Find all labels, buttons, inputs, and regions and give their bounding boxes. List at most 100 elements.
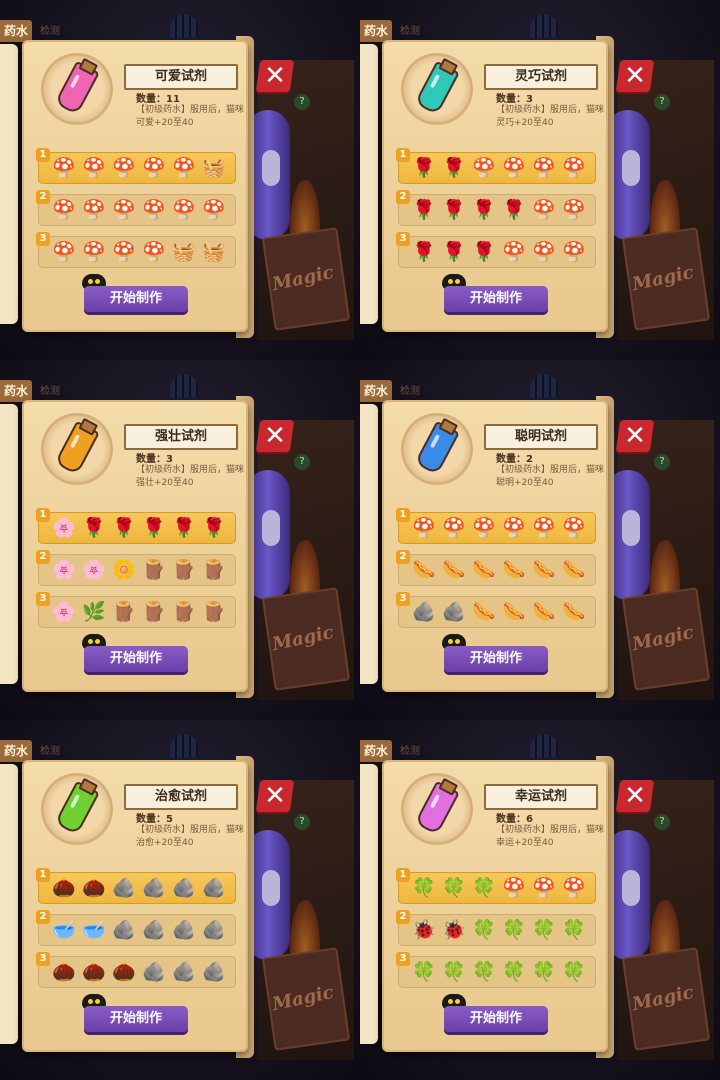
ingredient-slot[interactable]: 🍄 — [142, 198, 166, 222]
ingredient-slot[interactable]: 🌹 — [472, 240, 496, 264]
close-button[interactable]: ✕ — [615, 780, 655, 812]
ingredient-slot[interactable]: 🍄 — [142, 240, 166, 264]
ingredient-slot[interactable]: 🪨 — [442, 600, 466, 624]
recipe-row[interactable]: 3 🌹 🌹 🌹 🍄 🍄 🍄 — [396, 232, 596, 268]
ingredient-slot[interactable]: 🍄 — [112, 240, 136, 264]
ingredient-slot[interactable]: 🌭 — [532, 600, 556, 624]
ingredient-slot[interactable]: 🌰 — [52, 876, 76, 900]
ingredient-slot[interactable]: 🍀 — [472, 918, 496, 942]
ingredient-slot[interactable]: 🍄 — [172, 198, 196, 222]
recipe-row[interactable]: 3 🌸 🌿 🪵 🪵 🪵 🪵 — [36, 592, 236, 628]
start-crafting-button[interactable]: 开始制作 — [444, 1006, 548, 1032]
ingredient-slot[interactable]: 🌭 — [562, 600, 586, 624]
ingredient-slot[interactable]: 🌭 — [502, 558, 526, 582]
ingredient-slot[interactable]: 🌹 — [172, 516, 196, 540]
ingredient-slot[interactable]: 🍀 — [562, 918, 586, 942]
ingredient-slot[interactable]: 🍀 — [532, 918, 556, 942]
ingredient-slot[interactable]: 🍄 — [82, 198, 106, 222]
ingredient-slot[interactable]: 🌰 — [52, 960, 76, 984]
ingredient-slot[interactable]: 🪨 — [202, 960, 226, 984]
ingredient-slot[interactable]: 🪵 — [142, 600, 166, 624]
ingredient-slot[interactable]: 🪨 — [172, 876, 196, 900]
ingredient-slot[interactable]: 🪨 — [142, 960, 166, 984]
ingredient-slot[interactable]: 🌹 — [472, 198, 496, 222]
ingredient-slot[interactable]: 🍄 — [562, 516, 586, 540]
ingredient-slot[interactable]: 🪵 — [202, 600, 226, 624]
ingredient-slot[interactable]: 🐞 — [412, 918, 436, 942]
ingredient-slot[interactable]: 🍄 — [532, 156, 556, 180]
recipe-row[interactable]: 2 🥣 🥣 🪨 🪨 🪨 🪨 — [36, 910, 236, 946]
ingredient-slot[interactable]: 🐞 — [442, 918, 466, 942]
ingredient-slot[interactable]: 🍀 — [442, 960, 466, 984]
ingredient-slot[interactable]: 🪨 — [202, 876, 226, 900]
ingredient-slot[interactable]: 🌭 — [532, 558, 556, 582]
help-icon[interactable]: ? — [294, 94, 310, 110]
ingredient-slot[interactable]: 🍄 — [172, 156, 196, 180]
ingredient-slot[interactable]: 🌭 — [472, 558, 496, 582]
ingredient-slot[interactable]: 🪵 — [172, 558, 196, 582]
help-icon[interactable]: ? — [654, 454, 670, 470]
ingredient-slot[interactable]: 🍄 — [112, 198, 136, 222]
ingredient-slot[interactable]: 🪵 — [172, 600, 196, 624]
ingredient-slot[interactable]: 🌸 — [52, 600, 76, 624]
ingredient-slot[interactable]: 🍄 — [502, 156, 526, 180]
ingredient-slot[interactable]: 🪵 — [142, 558, 166, 582]
side-tab-potion[interactable]: 药水 — [360, 20, 393, 42]
help-icon[interactable]: ? — [294, 814, 310, 830]
ingredient-slot[interactable]: 🥣 — [82, 918, 106, 942]
ingredient-slot[interactable]: 🍀 — [412, 960, 436, 984]
start-crafting-button[interactable]: 开始制作 — [444, 286, 548, 312]
ingredient-slot[interactable]: 🪨 — [112, 876, 136, 900]
ingredient-slot[interactable]: 🪨 — [142, 876, 166, 900]
start-crafting-button[interactable]: 开始制作 — [84, 646, 188, 672]
side-tab-potion[interactable]: 药水 — [0, 380, 33, 402]
ingredient-slot[interactable]: 🌿 — [82, 600, 106, 624]
ingredient-slot[interactable]: 🌭 — [472, 600, 496, 624]
ingredient-slot[interactable]: 🍀 — [442, 876, 466, 900]
ingredient-slot[interactable]: 🍄 — [52, 156, 76, 180]
start-crafting-button[interactable]: 开始制作 — [84, 1006, 188, 1032]
ingredient-slot[interactable]: 🌸 — [82, 558, 106, 582]
ingredient-slot[interactable]: 🍄 — [412, 516, 436, 540]
ingredient-slot[interactable]: 🌹 — [82, 516, 106, 540]
recipe-row[interactable]: 2 🌹 🌹 🌹 🌹 🍄 🍄 — [396, 190, 596, 226]
ingredient-slot[interactable]: 🍄 — [532, 516, 556, 540]
ingredient-slot[interactable]: 🌹 — [442, 156, 466, 180]
ingredient-slot[interactable]: 🥣 — [52, 918, 76, 942]
ingredient-slot[interactable]: 🌸 — [52, 516, 76, 540]
help-icon[interactable]: ? — [294, 454, 310, 470]
help-icon[interactable]: ? — [654, 94, 670, 110]
ingredient-slot[interactable]: 🌸 — [52, 558, 76, 582]
ingredient-slot[interactable]: 🍄 — [562, 240, 586, 264]
ingredient-slot[interactable]: 🪨 — [202, 918, 226, 942]
ingredient-slot[interactable]: 🍄 — [82, 240, 106, 264]
ingredient-slot[interactable]: 🍄 — [142, 156, 166, 180]
ingredient-slot[interactable]: 🪨 — [172, 918, 196, 942]
ingredient-slot[interactable]: 🪨 — [142, 918, 166, 942]
ingredient-slot[interactable]: 🍄 — [202, 198, 226, 222]
ingredient-slot[interactable]: 🍀 — [532, 960, 556, 984]
ingredient-slot[interactable]: 🌰 — [82, 960, 106, 984]
ingredient-slot[interactable]: 🍀 — [502, 960, 526, 984]
ingredient-slot[interactable]: 🪵 — [202, 558, 226, 582]
ingredient-slot[interactable]: 🌹 — [442, 198, 466, 222]
ingredient-slot[interactable]: 🌭 — [412, 558, 436, 582]
recipe-row[interactable]: 1 🍀 🍀 🍀 🍄 🍄 🍄 — [396, 868, 596, 904]
ingredient-slot[interactable]: 🌰 — [82, 876, 106, 900]
ingredient-slot[interactable]: 🧺 — [172, 240, 196, 264]
recipe-row[interactable]: 1 🌸 🌹 🌹 🌹 🌹 🌹 — [36, 508, 236, 544]
ingredient-slot[interactable]: 🪨 — [412, 600, 436, 624]
recipe-row[interactable]: 1 🍄 🍄 🍄 🍄 🍄 🍄 — [396, 508, 596, 544]
side-tab-potion[interactable]: 药水 — [360, 740, 393, 762]
ingredient-slot[interactable]: 🍀 — [562, 960, 586, 984]
ingredient-slot[interactable]: 🍄 — [442, 516, 466, 540]
close-button[interactable]: ✕ — [255, 780, 295, 812]
ingredient-slot[interactable]: 🍄 — [472, 516, 496, 540]
ingredient-slot[interactable]: 🌹 — [412, 156, 436, 180]
ingredient-slot[interactable]: 🌹 — [112, 516, 136, 540]
ingredient-slot[interactable]: 🌹 — [202, 516, 226, 540]
ingredient-slot[interactable]: 🌭 — [442, 558, 466, 582]
recipe-row[interactable]: 3 🍄 🍄 🍄 🍄 🧺 🧺 — [36, 232, 236, 268]
recipe-row[interactable]: 3 🪨 🪨 🌭 🌭 🌭 🌭 — [396, 592, 596, 628]
ingredient-slot[interactable]: 🍄 — [52, 240, 76, 264]
